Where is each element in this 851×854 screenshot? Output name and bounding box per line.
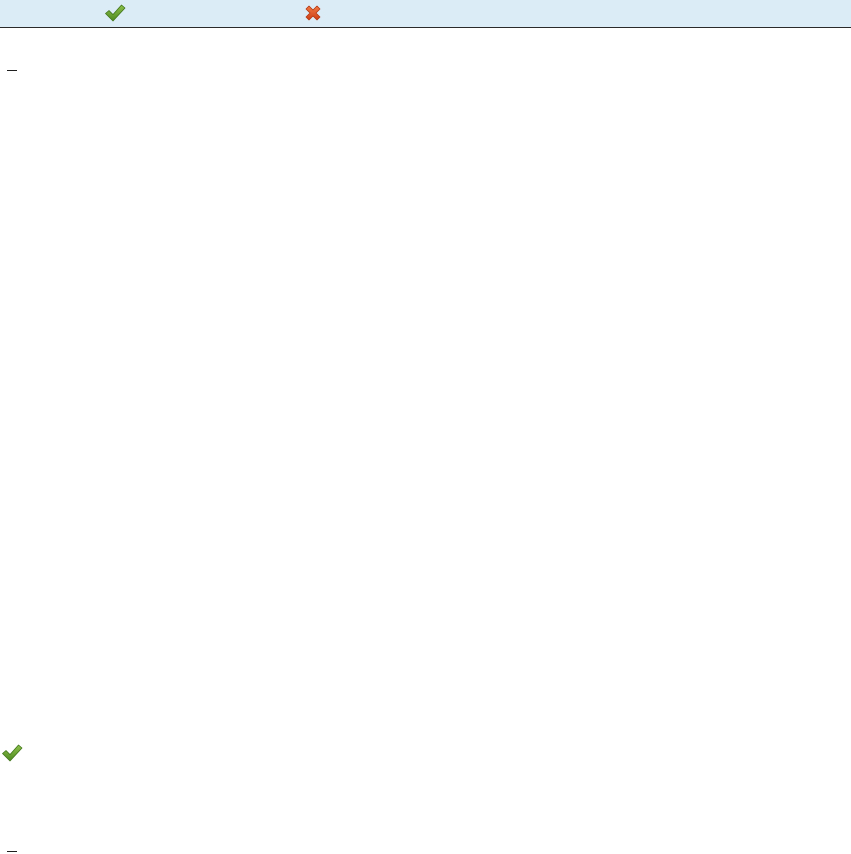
checkmark-icon: [105, 4, 126, 22]
accept-button-bottom[interactable]: [0, 741, 24, 765]
action-toolbar: [0, 0, 851, 28]
reject-button[interactable]: [301, 1, 325, 25]
divider-short-bottom: [7, 851, 17, 852]
page: [0, 0, 851, 854]
accept-button[interactable]: [103, 1, 127, 25]
cross-icon: [305, 5, 321, 21]
divider-short: [7, 70, 17, 71]
checkmark-icon: [2, 744, 23, 762]
